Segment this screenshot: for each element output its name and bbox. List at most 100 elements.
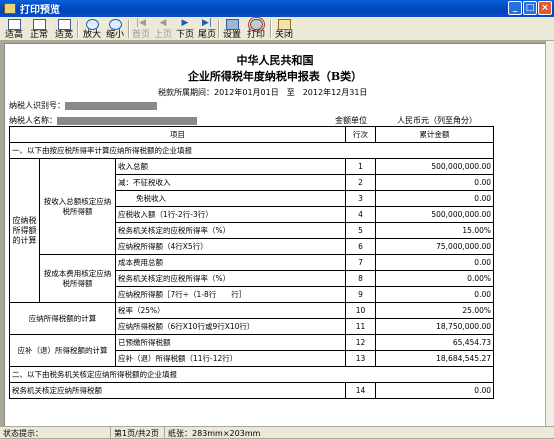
close-preview-label: 关闭 — [274, 30, 293, 40]
print-button[interactable]: 打印 — [245, 17, 267, 40]
normal-page-icon — [32, 19, 46, 30]
row-amount: 0.00 — [375, 174, 494, 191]
row-label: 减：不征税收入 — [115, 174, 346, 191]
row-amount: 65,454.73 — [375, 334, 494, 351]
prev-page-button[interactable]: ◀ 上页 — [152, 18, 174, 40]
zoom-in-button[interactable]: 放大 — [81, 18, 103, 40]
zoom-in-icon — [85, 19, 99, 30]
row-label: 应纳所得税额（6行X10行或9行X10行） — [115, 318, 346, 335]
group-tax-payable: 应纳税所得额的计算 — [9, 158, 40, 303]
next-page-icon: ▶ — [181, 18, 189, 28]
row-label: 已预缴所得税额 — [115, 334, 346, 351]
row-no: 9 — [345, 286, 376, 303]
zoom-in-label: 放大 — [82, 30, 101, 40]
tax-period-label: 税款所属期间： — [158, 88, 214, 97]
status-separator — [110, 427, 111, 438]
status-label: 状态提示： — [3, 429, 43, 438]
taxpayer-id: 纳税人识别号： — [9, 100, 157, 111]
table-header-row: 项目 行次 累计金额 — [9, 126, 494, 143]
row-label: 税务机关核定的应税所得率（%） — [115, 222, 346, 239]
normal-view-button[interactable]: 正常 — [28, 18, 50, 40]
calc-tax-group: 应纳所得税额的计算 — [9, 302, 116, 335]
tax-period-value: 2012年01月01日 至 2012年12月31日 — [214, 88, 368, 97]
maximize-button[interactable]: □ — [523, 1, 537, 15]
table-row: 应纳税所得额的计算 按收入总额核定应纳税所得额 收入总额 1 500,000,0… — [9, 158, 494, 303]
row-no: 13 — [345, 350, 376, 367]
title-bar: 打印预览 _ □ × — [0, 0, 554, 17]
row-amount: 0.00% — [375, 270, 494, 287]
row-label: 成本费用总额 — [115, 254, 346, 271]
minimize-button[interactable]: _ — [508, 1, 522, 15]
prev-page-icon: ◀ — [159, 18, 167, 28]
first-page-button[interactable]: |◀ 首页 — [130, 18, 152, 40]
row-label: 税率（25%） — [115, 302, 346, 319]
table-row: 应纳所得税额的计算 税率（25%） 10 25.00% — [9, 302, 494, 335]
close-window-button[interactable]: × — [538, 1, 552, 15]
header-amount: 累计金额 — [375, 126, 494, 143]
row-amount: 18,684,545.27 — [375, 350, 494, 367]
sub-cost-basis: 按成本费用核定应纳税所得额 — [39, 254, 116, 303]
app-icon — [4, 3, 16, 14]
row-no: 12 — [345, 334, 376, 351]
section-1-title: 一、以下由按应税所得率计算应纳所得税额的企业填报 — [9, 142, 494, 159]
page-settings-button[interactable]: 设置 — [221, 18, 243, 40]
close-icon — [277, 19, 291, 30]
row-amount: 0.00 — [375, 286, 494, 303]
table-row: 按成本费用核定应纳税所得额 成本费用总额 7 0.00 — [10, 254, 494, 303]
row-amount: 500,000,000.00 — [375, 158, 494, 175]
row-label: 应补（退）所得税额（11行-12行） — [115, 350, 346, 367]
fit-width-label: 适宽 — [54, 30, 73, 40]
taxpayer-name-label: 纳税人名称： — [9, 116, 57, 125]
fit-width-button[interactable]: 适宽 — [53, 18, 75, 40]
tax-period: 税款所属期间：2012年01月01日 至 2012年12月31日 — [158, 87, 367, 98]
fit-page-icon — [7, 19, 21, 30]
row-amount: 18,750,000.00 — [375, 318, 494, 335]
row-label: 税务机关核定的应税所得率（%） — [115, 270, 346, 287]
row-amount: 0.00 — [375, 382, 494, 399]
first-page-icon: |◀ — [136, 18, 146, 28]
zoom-out-button[interactable]: 缩小 — [104, 18, 126, 40]
report-page: 中华人民共和国 企业所得税年度纳税申报表（B类） 税款所属期间：2012年01月… — [4, 43, 546, 426]
section-1-row: 一、以下由按应税所得率计算应纳所得税额的企业填报 — [9, 142, 494, 159]
redacted-taxpayer-id — [65, 101, 157, 110]
tax-form-table: 项目 行次 累计金额 一、以下由按应税所得率计算应纳所得税额的企业填报 应纳税所… — [9, 126, 494, 399]
status-separator — [164, 427, 165, 438]
fit-page-button[interactable]: 适高 — [3, 18, 25, 40]
row-no: 4 — [345, 206, 376, 223]
page-indicator: 第1页/共2页 — [114, 429, 159, 438]
report-title-line2: 企业所得税年度纳税申报表（B类） — [187, 70, 363, 83]
row-no: 7 — [345, 254, 376, 271]
zoom-out-label: 缩小 — [105, 30, 124, 40]
next-page-button[interactable]: ▶ 下页 — [174, 18, 196, 40]
row-no: 1 — [345, 158, 376, 175]
row-no: 3 — [345, 190, 376, 207]
row-no: 14 — [345, 382, 376, 399]
first-page-label: 首页 — [131, 30, 150, 40]
taxpayer-id-label: 纳税人识别号： — [9, 101, 65, 110]
row-label: 应税收入额（1行-2行-3行） — [115, 206, 346, 223]
last-page-icon: ▶| — [202, 18, 212, 28]
amount-unit-label: 金额单位 — [335, 116, 367, 125]
preview-area[interactable]: 中华人民共和国 企业所得税年度纳税申报表（B类） 税款所属期间：2012年01月… — [0, 41, 554, 426]
row-label: 应纳税所得额（4行X5行） — [115, 238, 346, 255]
row-amount: 0.00 — [375, 254, 494, 271]
last-page-button[interactable]: ▶| 尾页 — [196, 18, 218, 40]
header-item: 项目 — [9, 126, 346, 143]
amount-unit-value: 人民币元（列至角分） — [397, 116, 477, 125]
print-label: 打印 — [246, 30, 265, 40]
status-bar: 状态提示： 第1页/共2页 纸张：283mm×203mm — [0, 426, 554, 438]
row-no: 8 — [345, 270, 376, 287]
page-settings-label: 设置 — [222, 30, 241, 40]
row-label: 应纳税所得额［7行÷（1-8行 行］ — [115, 286, 346, 303]
row-no: 10 — [345, 302, 376, 319]
toolbar: 适高 正常 适宽 放大 缩小 |◀ 首页 ◀ 上页 ▶ 下页 ▶| 尾页 设置 … — [0, 17, 554, 41]
taxpayer-name: 纳税人名称： — [9, 115, 197, 126]
window-title: 打印预览 — [20, 5, 60, 16]
row-amount: 15.00% — [375, 222, 494, 239]
row-amount: 0.00 — [375, 190, 494, 207]
close-preview-button[interactable]: 关闭 — [273, 18, 295, 40]
page-settings-icon — [225, 19, 239, 30]
vertical-scrollbar[interactable] — [545, 41, 554, 426]
row-no: 6 — [345, 238, 376, 255]
zoom-out-icon — [108, 19, 122, 30]
